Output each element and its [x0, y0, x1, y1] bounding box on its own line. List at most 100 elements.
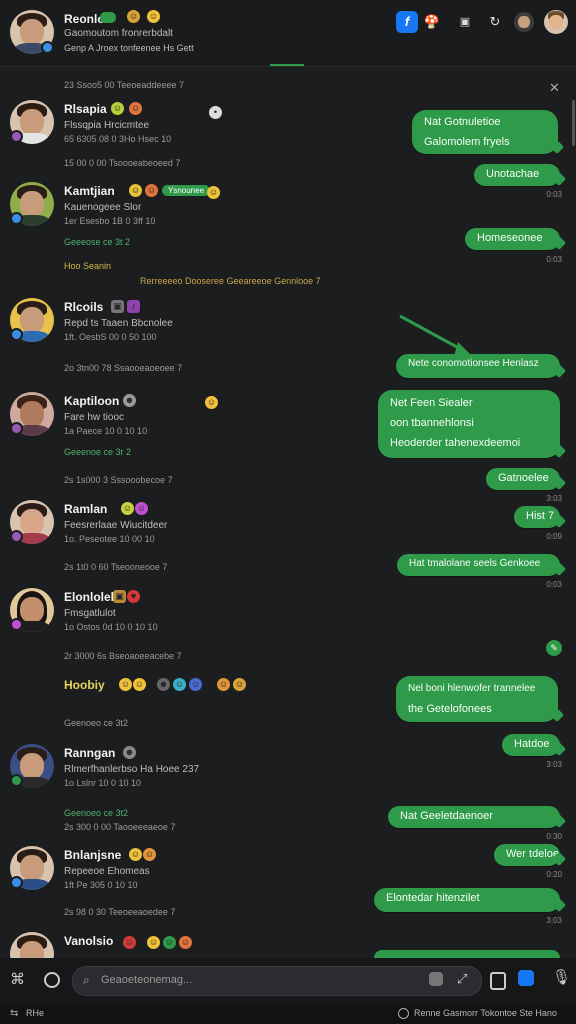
- date-separator: 2s 300 0 00 Taooeeeaeoe 7: [64, 822, 176, 832]
- emoji-icon: ☺: [173, 678, 186, 691]
- search-icon: ⌕: [83, 973, 90, 987]
- contact-item[interactable]: Kamtjian ☺ ☺ Ysnounee ☺ Kauenogeee Slor …: [8, 182, 276, 242]
- group-separator: Geeeose ce 3t 2: [64, 237, 131, 247]
- emoji-icon: ☺: [205, 396, 218, 409]
- square-icon[interactable]: ▣: [454, 11, 476, 33]
- date-separator: 2s 98 0 30 Teeoeeaoedee 7: [64, 907, 176, 917]
- online-indicator: [41, 41, 54, 54]
- contact-preview: Repeeoe Ehomeas: [64, 866, 150, 877]
- camera-icon[interactable]: [518, 970, 534, 986]
- contact-item[interactable]: Elonlolel ▣ ♥ Fmsgatlulot 1o Ostos 0d 10…: [8, 588, 276, 648]
- emoji-icon: ☺: [127, 10, 140, 23]
- emoji-icon: ☺: [163, 936, 176, 949]
- date-separator: 2o 3tn00 78 Ssaooeaoeoee 7: [64, 363, 183, 373]
- contact-item[interactable]: Kaptiloon ☻ ☺ Fare hw tiooc 1a Paece 10 …: [8, 392, 276, 452]
- message-bubble-partial: [374, 950, 560, 958]
- emoji-icon: ☻: [123, 746, 136, 759]
- contact-preview: Feesrerlaae Wiucitdeer: [64, 520, 168, 531]
- message-bubble[interactable]: Hist 7: [514, 506, 567, 529]
- attach-icon[interactable]: ⤢: [457, 971, 467, 987]
- message-bubble[interactable]: Nel boni hlenwofer trannelee the Getelof…: [396, 676, 565, 723]
- message-time: 0:30: [546, 832, 562, 841]
- message-time: 0:03: [546, 255, 562, 264]
- contact-item[interactable]: Vanolsio ☺ ☺ ☺ ☺: [8, 932, 276, 958]
- message-bubble[interactable]: Nete conomotionsee Henlasz: [396, 354, 567, 379]
- message-time: 0:03: [546, 190, 562, 199]
- contact-item[interactable]: Bnlanjsne ☺ ☺ Repeeoe Ehomeas 1ft Pe 305…: [8, 846, 276, 906]
- apps-icon[interactable]: ⌘: [10, 970, 25, 988]
- emoji-icon: ♥: [127, 590, 140, 603]
- contact-meta: 1ft Pe 305 0 10 10: [64, 880, 138, 890]
- facebook-icon[interactable]: f: [396, 11, 418, 33]
- scrollbar[interactable]: [572, 100, 575, 146]
- contact-item[interactable]: Ranngan ☻ Rlmerfhanlerbso Ha Hoee 237 1o…: [8, 744, 276, 804]
- date-separator: 2s 1t0 0 60 Tseooneooe 7: [64, 562, 168, 572]
- close-icon[interactable]: ✕: [549, 80, 560, 96]
- arrow-annotation: [399, 314, 472, 356]
- message-bubble[interactable]: Gatnoelee: [486, 468, 567, 491]
- status-left-text: RHe: [26, 1008, 45, 1018]
- message-input-placeholder: Geaoeteonemag...: [101, 974, 193, 986]
- contact-name: Bnlanjsne: [64, 848, 122, 862]
- message-bubble[interactable]: Hat tmalolane seels Genkoee: [397, 554, 567, 577]
- message-bubble[interactable]: Nat Geeletdaenoer: [388, 806, 567, 829]
- contact-meta: 1ft. OesbS 00 0 50 100: [64, 332, 157, 342]
- contact-name: Hoobiy: [64, 678, 105, 692]
- group-separator: Geeenoe ce 3r 2: [64, 447, 132, 457]
- contact-item[interactable]: Rlcoils ▣ ♪ Repd ts Taaen Bbcnolee 1ft. …: [8, 298, 276, 358]
- message-bubble[interactable]: Unotachae: [474, 164, 567, 187]
- header-subline: Genp A Jroex tonfeenee Hs Gett: [64, 43, 194, 53]
- gallery-icon[interactable]: [490, 972, 506, 990]
- contact-name: Ranngan: [64, 746, 116, 760]
- date-separator: 2r 3000 6s Bseoaoeeacebe 7: [64, 651, 182, 661]
- message-bubble[interactable]: Homeseonee: [465, 228, 567, 251]
- contact-preview: Kauenogeee Slor: [64, 202, 142, 213]
- mushroom-icon[interactable]: 🍄: [421, 11, 443, 33]
- message-bubble[interactable]: Elontedar hitenzilet: [374, 888, 567, 913]
- emoji-icon: ▣: [113, 590, 126, 603]
- header-subtitle: Gaomoutom fronrerbdalt: [64, 28, 173, 39]
- contact-item[interactable]: Rlsapia ☺ ☺ • Flssqpia Hrcicmtee 65 6305…: [8, 100, 276, 160]
- contact-item[interactable]: Hoobiy ☺ ☺ ☻ ☺ ☺ ☺ ☺: [8, 676, 276, 716]
- mic-icon[interactable]: 🎙: [552, 968, 571, 986]
- contact-meta: 1o. Peseotee 10 00 10: [64, 534, 155, 544]
- contact-item[interactable]: Ramlan ☺ ☺ Feesrerlaae Wiucitdeer 1o. Pe…: [8, 500, 276, 560]
- contact-meta: 1a Paece 10 0 10 10: [64, 426, 148, 436]
- contact-name: Vanolsio: [64, 934, 114, 948]
- emoji-icon: ☺: [133, 678, 146, 691]
- contact-name: Ramlan: [64, 502, 108, 516]
- header-title: Reonlo: [64, 12, 105, 26]
- date-separator: 15 00 0 00 Tsoooeabeoeed 7: [64, 158, 181, 168]
- contact-name: Rlcoils: [64, 300, 104, 314]
- emoji-icon: ☻: [157, 678, 170, 691]
- message-bubble[interactable]: Hatdoe: [502, 734, 567, 757]
- profile-avatar[interactable]: [544, 10, 568, 34]
- contact-meta: 1o Ostos 0d 10 0 10 10: [64, 622, 158, 632]
- contact-name: Rlsapia: [64, 102, 107, 116]
- contact-preview: Rlmerfhanlerbso Ha Hoee 237: [64, 764, 200, 775]
- refresh-icon[interactable]: ↻: [484, 11, 506, 33]
- message-input[interactable]: ⌕ Geaoeteonemag... ⤢: [72, 966, 482, 996]
- message-bubble[interactable]: Net Feen Siealer oon tbannehlonsi Heoder…: [378, 390, 567, 459]
- user-icon[interactable]: [514, 12, 534, 32]
- emoji-icon: ☺: [111, 102, 124, 115]
- emoji-icon: ☺: [121, 502, 134, 515]
- sticker-icon[interactable]: [429, 972, 443, 986]
- message-time: 0:03: [546, 580, 562, 589]
- message-bubble[interactable]: Wer tdeloe: [494, 844, 567, 867]
- contact-preview: Repd ts Taaen Bbcnolee: [64, 318, 173, 329]
- contact-preview: Fmsgatlulot: [64, 608, 116, 619]
- status-right-icon: [398, 1008, 409, 1019]
- message-time: 0:20: [546, 870, 562, 879]
- emoji-icon: ☺: [233, 678, 246, 691]
- emoji-icon: ☺: [135, 502, 148, 515]
- contact-preview: Flssqpia Hrcicmtee: [64, 120, 150, 131]
- status-right-text: Renne Gasmorr Tokontoe Ste Hano: [414, 1008, 557, 1018]
- reaction-icon[interactable]: ✎: [546, 640, 562, 656]
- record-icon[interactable]: [44, 972, 60, 988]
- emoji-icon: •: [209, 106, 222, 119]
- links-row[interactable]: Rerreeeeo Dooseree Geeareeoe Gennlooe 7: [140, 276, 321, 286]
- message-bubble[interactable]: Nat Gotnuletioe Galomolem fryels: [412, 110, 565, 155]
- emoji-icon: ☺: [217, 678, 230, 691]
- date-separator: Geenoeo ce 3t2: [64, 718, 129, 728]
